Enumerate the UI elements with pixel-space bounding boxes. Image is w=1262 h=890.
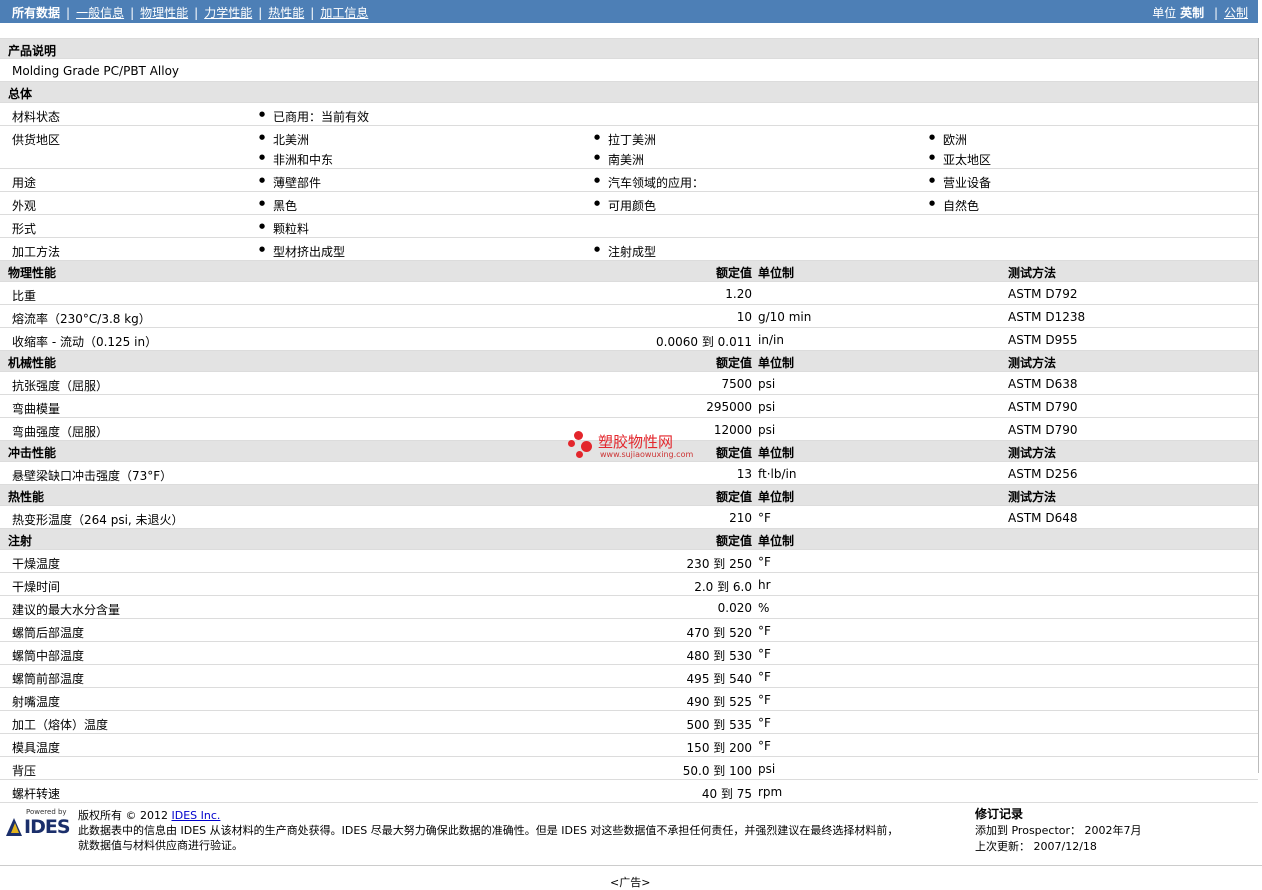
table-row: 螺筒后部温度 470 到 520 °F [0, 619, 1258, 642]
nav-all-data[interactable]: 所有数据 [12, 6, 60, 20]
section-header-physical: 物理性能 额定值 单位制 测试方法 [0, 261, 1258, 282]
table-row: 建议的最大水分含量 0.020% [0, 596, 1258, 619]
section-header-thermal: 热性能 额定值 单位制 测试方法 [0, 485, 1258, 506]
row-regions: 供货地区 北美洲 拉丁美洲 欧洲 非洲和中东 南美洲 亚太地区 [0, 126, 1258, 169]
units-english: 英制 [1180, 6, 1205, 20]
section-header-mechanical: 机械性能 额定值 单位制 测试方法 [0, 351, 1258, 372]
nav-general[interactable]: 一般信息 [76, 6, 124, 20]
table-row: 干燥时间 2.0 到 6.0 hr [0, 573, 1258, 596]
copyright-notice: 版权所有 © 2012 IDES Inc. 此数据表中的信息由 IDES 从该材… [78, 809, 899, 852]
ides-logo: Powered by IDES [6, 808, 71, 838]
nav-physical[interactable]: 物理性能 [140, 6, 188, 20]
table-row: 弯曲模量 295000 psi ASTM D790 [0, 395, 1258, 418]
top-nav-bar: 所有数据 | 一般信息 | 物理性能 | 力学性能 | 热性能 | 加工信息 单位 英制 | 公制 [0, 0, 1258, 23]
row-form: 形式 颗粒料 [0, 215, 1258, 238]
ad-label: <广告> [610, 876, 651, 889]
row-processing-method: 加工方法 型材挤出成型 注射成型 [0, 238, 1258, 261]
table-row: 模具温度 150 到 200 °F [0, 734, 1258, 757]
units-label: 单位 [1152, 6, 1177, 20]
row-uses: 用途 薄壁部件 汽车领域的应用： 营业设备 [0, 169, 1258, 192]
table-row: 比重 1.20 ASTM D792 [0, 282, 1258, 305]
table-row: 熔流率（230°C/3.8 kg） 10 g/10 min ASTM D1238 [0, 305, 1258, 328]
nav-thermal[interactable]: 热性能 [268, 6, 304, 20]
watermark: 塑胶物性网 www.sujiaowuxing.com [568, 430, 708, 464]
section-header-injection: 注射 额定值 单位制 [0, 529, 1258, 550]
table-row: 抗张强度（屈服） 7500 psi ASTM D638 [0, 372, 1258, 395]
section-header-description: 产品说明 [0, 38, 1258, 59]
table-row: 干燥温度 230 到 250 °F [0, 550, 1258, 573]
table-row: 悬壁梁缺口冲击强度（73°F） 13 ft·lb/in ASTM D256 [0, 462, 1258, 485]
table-row: 加工（熔体）温度 500 到 535 °F [0, 711, 1258, 734]
footer: Powered by IDES 版权所有 © 2012 IDES Inc. 此数… [0, 800, 1262, 866]
table-row: 螺筒中部温度 480 到 530 °F [0, 642, 1258, 665]
watermark-url: www.sujiaowuxing.com [600, 450, 694, 459]
table-row: 背压 50.0 到 100 psi [0, 757, 1258, 780]
right-border [1258, 38, 1259, 773]
section-header-general: 总体 [0, 82, 1258, 103]
unit-switch: 单位 英制 | 公制 [1152, 6, 1248, 20]
ides-link[interactable]: IDES Inc. [172, 809, 221, 822]
description-row: Molding Grade PC/PBT Alloy [0, 59, 1258, 82]
units-metric-link[interactable]: 公制 [1224, 6, 1248, 20]
watermark-text: 塑胶物性网 [598, 433, 674, 451]
table-row: 收缩率 - 流动（0.125 in） 0.0060 到 0.011 in/in AST… [0, 328, 1258, 351]
nav-mechanical[interactable]: 力学性能 [204, 6, 252, 20]
table-row: 热变形温度（264 psi, 未退火） 210 °F ASTM D648 [0, 506, 1258, 529]
row-material-status: 材料状态 已商用：当前有效 [0, 103, 1258, 126]
nav-processing[interactable]: 加工信息 [320, 6, 368, 20]
table-row: 射嘴温度 490 到 525 °F [0, 688, 1258, 711]
section-nav: 所有数据 | 一般信息 | 物理性能 | 力学性能 | 热性能 | 加工信息 [12, 6, 369, 20]
table-row: 螺筒前部温度 495 到 540 °F [0, 665, 1258, 688]
datasheet-table: 产品说明 Molding Grade PC/PBT Alloy 总体 材料状态 … [0, 38, 1258, 803]
row-appearance: 外观 黑色 可用颜色 自然色 [0, 192, 1258, 215]
revision-history: 修订记录 添加到 Prospector： 2002年7月 上次更新： 2007/… [975, 807, 1142, 853]
